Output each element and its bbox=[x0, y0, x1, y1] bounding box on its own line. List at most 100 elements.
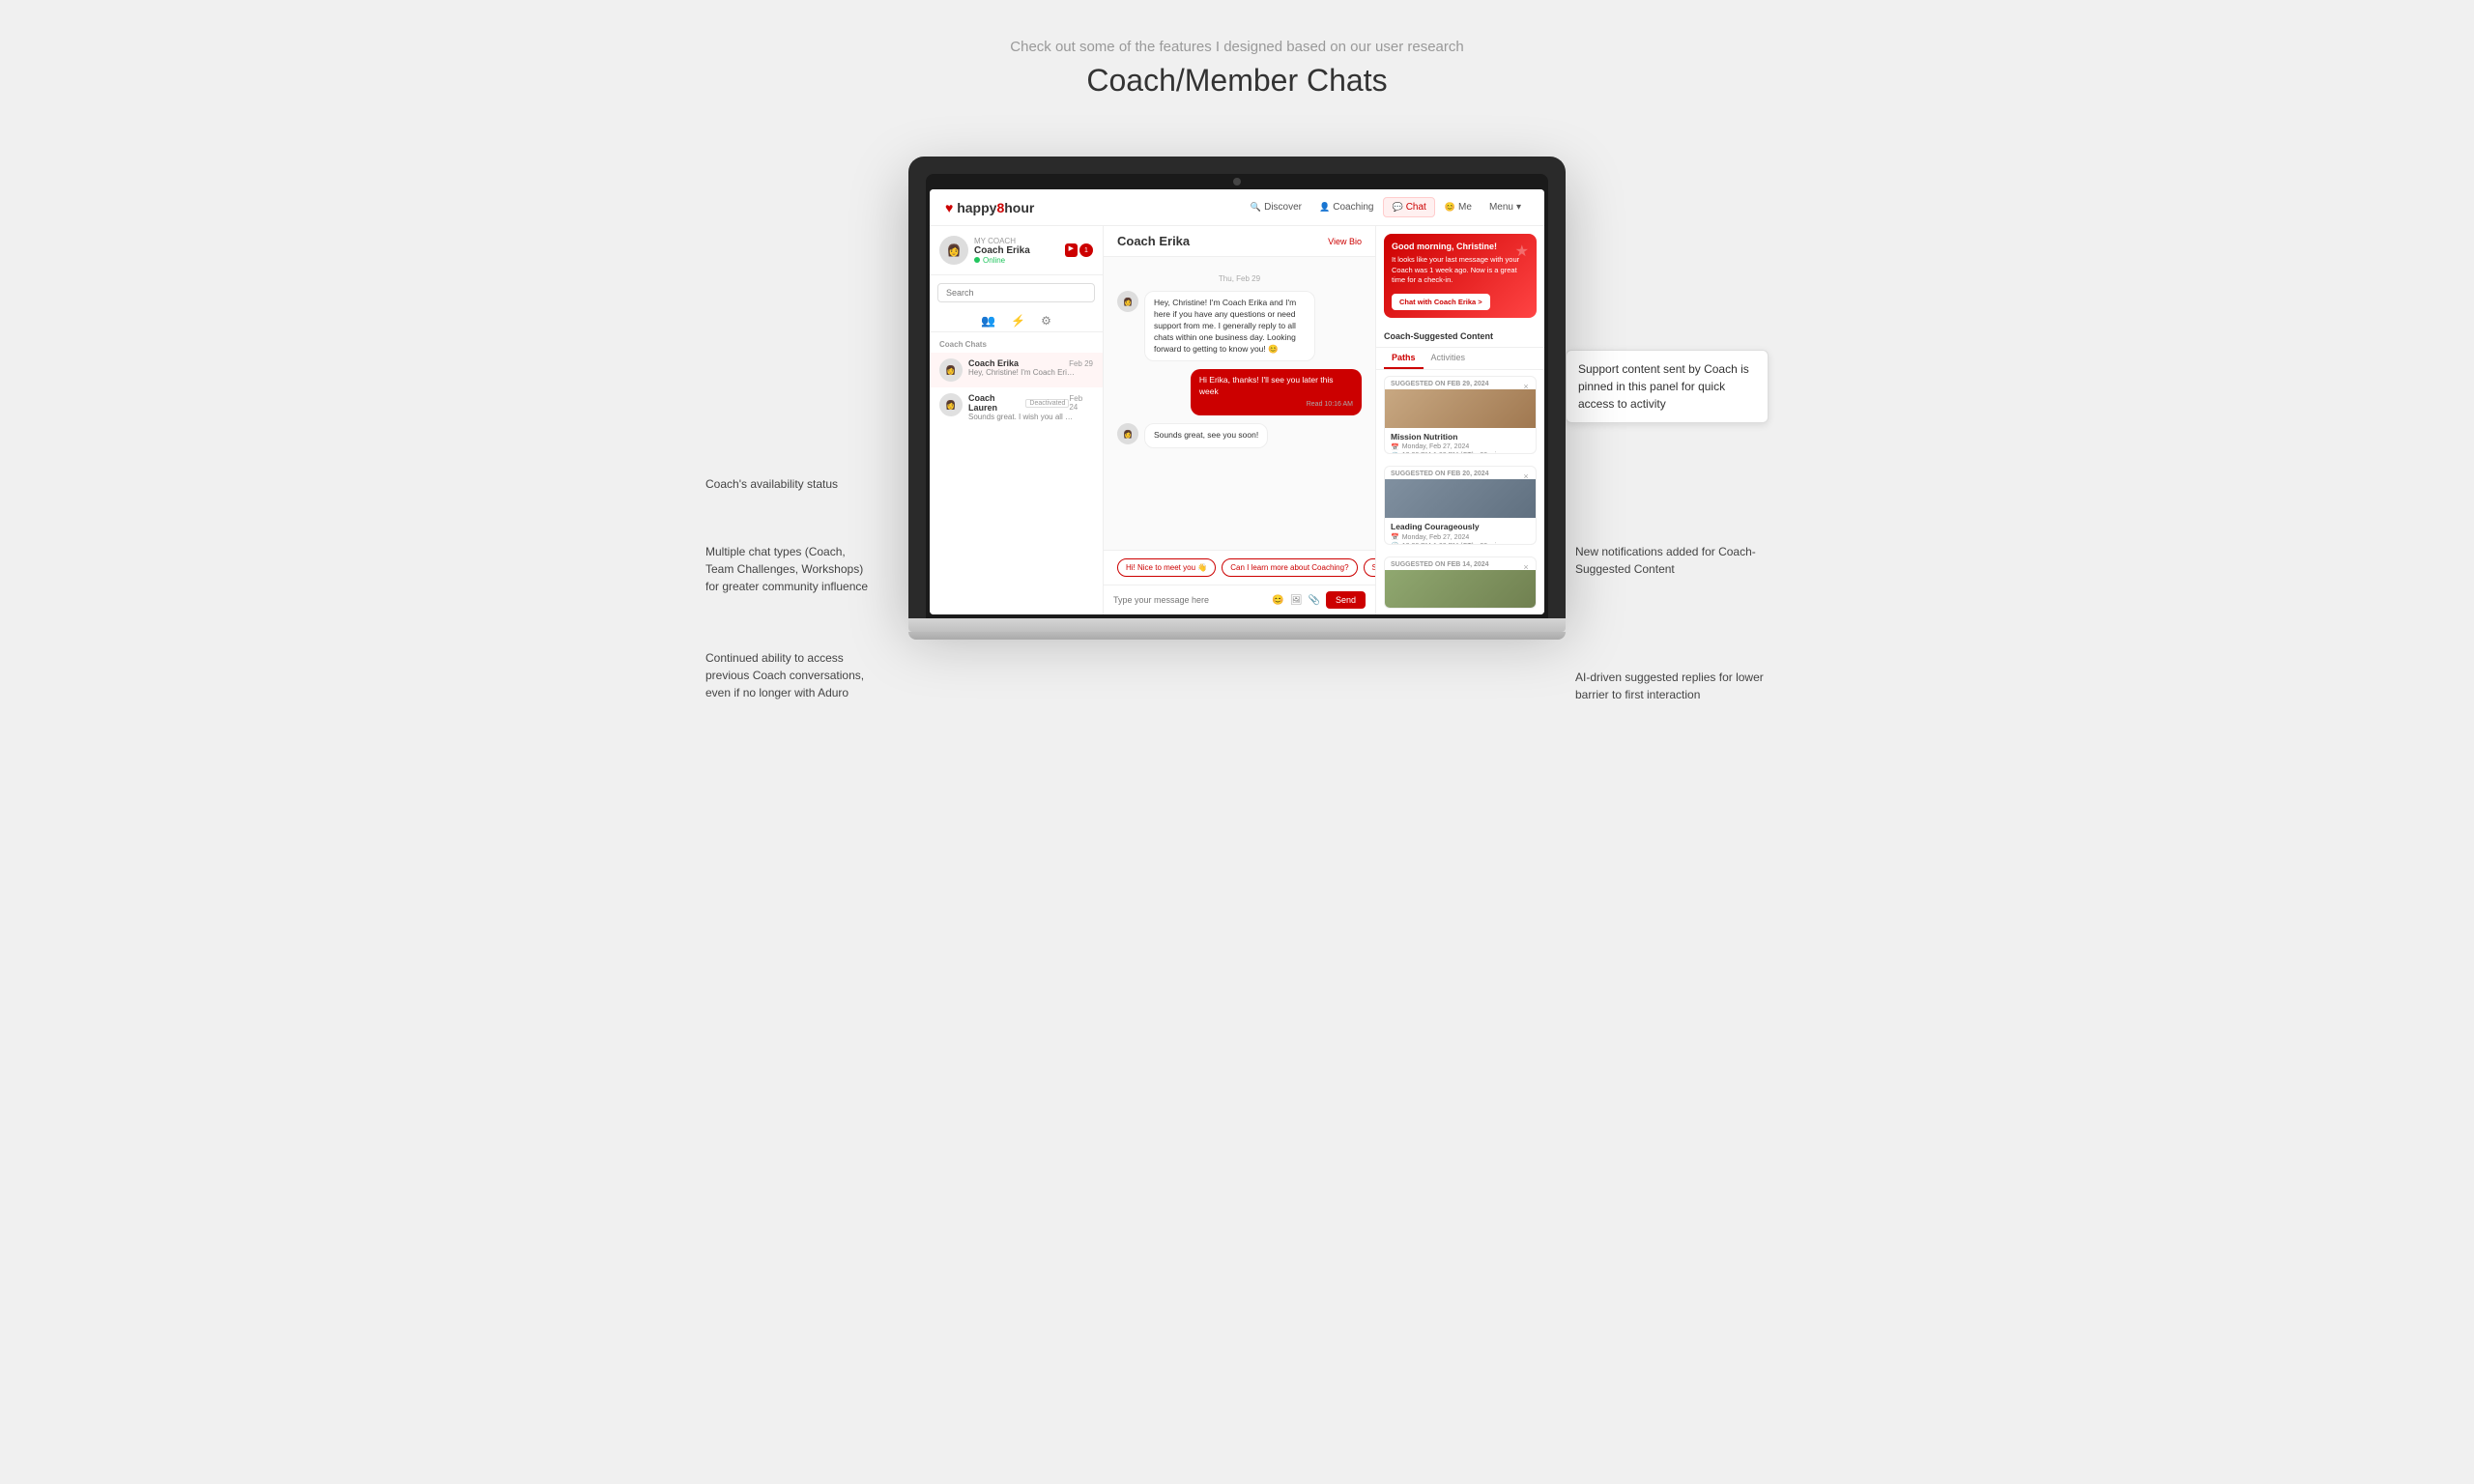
person-icon: 👤 bbox=[1319, 202, 1330, 213]
laptop-bottom bbox=[908, 632, 1566, 640]
scene-container: Quick access to schedule 1:1 coaching se… bbox=[705, 157, 1769, 640]
morning-text: It looks like your last message with you… bbox=[1392, 255, 1529, 286]
tab-paths[interactable]: Paths bbox=[1384, 348, 1424, 369]
nav-coaching[interactable]: 👤 Coaching bbox=[1311, 198, 1381, 216]
app-logo: ♥ happy8hour bbox=[945, 200, 1034, 215]
avatar: 👩 bbox=[939, 236, 968, 265]
coach-avatar: 👩 bbox=[1117, 291, 1138, 312]
ai-chip-1[interactable]: Hi! Nice to meet you 👋 bbox=[1117, 558, 1216, 577]
logo-text: happy bbox=[957, 200, 996, 215]
close-card-1-button[interactable]: × bbox=[1520, 381, 1532, 392]
coach-chats-label: Coach Chats bbox=[930, 336, 1103, 353]
laptop: ♥ happy8hour 🔍 Discover 👤 Co bbox=[908, 157, 1566, 640]
search-input[interactable] bbox=[937, 283, 1095, 302]
chat-item-body: Coach Erika Feb 29 Hey, Christine! I'm C… bbox=[968, 358, 1093, 377]
card-image-1 bbox=[1385, 389, 1536, 428]
card-body-1: Mission Nutrition 📅 Monday, Feb 27, 2024… bbox=[1385, 428, 1536, 455]
chat-input-row: 😊 🖼 📎 Send bbox=[1104, 585, 1375, 614]
content-card-1: × SUGGESTED ON FEB 29, 2024 Mission Nutr… bbox=[1384, 376, 1537, 455]
tab-activities[interactable]: Activities bbox=[1424, 348, 1474, 369]
coach-status: Online bbox=[974, 256, 1059, 265]
video-badge: ▶ bbox=[1065, 243, 1078, 257]
nav-discover[interactable]: 🔍 Discover bbox=[1243, 198, 1309, 216]
image-icon[interactable]: 🖼 bbox=[1290, 595, 1303, 606]
close-card-2-button[interactable]: × bbox=[1520, 471, 1532, 482]
coach-badges: ▶ 1 bbox=[1065, 243, 1093, 257]
search-icon: 🔍 bbox=[1251, 202, 1261, 213]
chat-avatar-2: 👩 bbox=[939, 393, 963, 416]
coach-avatar-2: 👩 bbox=[1117, 423, 1138, 444]
page-subtitle: Check out some of the features I designe… bbox=[1010, 39, 1463, 55]
all-chats-icon[interactable]: 👥 bbox=[981, 314, 995, 328]
content-tabs: Paths Activities bbox=[1376, 348, 1544, 370]
chat-input[interactable] bbox=[1113, 595, 1266, 605]
star-icon: ★ bbox=[1515, 242, 1529, 261]
card-image-2 bbox=[1385, 479, 1536, 518]
coach-info: MY COACH Coach Erika Online bbox=[974, 237, 1059, 265]
card-date-1: SUGGESTED ON FEB 29, 2024 bbox=[1385, 377, 1536, 389]
message-row-coach-1: 👩 Hey, Christine! I'm Coach Erika and I'… bbox=[1117, 291, 1362, 361]
send-button[interactable]: Send bbox=[1326, 591, 1366, 609]
chat-item-header: Coach Erika Feb 29 bbox=[968, 358, 1093, 368]
calendar-icon: 📅 bbox=[1391, 443, 1399, 451]
sidebar-icons: 👥 ⚡ ⚙ bbox=[930, 310, 1103, 332]
date-divider: Thu, Feb 29 bbox=[1117, 274, 1362, 283]
morning-card: Good morning, Christine! It looks like y… bbox=[1384, 234, 1537, 318]
laptop-camera bbox=[1233, 178, 1241, 186]
content-card-2: × SUGGESTED ON FEB 20, 2024 Leading Cour… bbox=[1384, 466, 1537, 545]
settings-icon[interactable]: ⚙ bbox=[1041, 314, 1051, 328]
logo-icon: ♥ bbox=[945, 200, 953, 215]
card-date-2: SUGGESTED ON FEB 20, 2024 bbox=[1385, 467, 1536, 479]
card-detail-1a: 📅 Monday, Feb 27, 2024 bbox=[1391, 443, 1530, 451]
sidebar: 👩 MY COACH Coach Erika Online bbox=[930, 226, 1104, 614]
card-date-3: SUGGESTED ON FEB 14, 2024 bbox=[1385, 557, 1536, 570]
attachment-icon[interactable]: 📎 bbox=[1309, 595, 1320, 606]
laptop-base bbox=[908, 618, 1566, 632]
laptop-wrapper: ♥ happy8hour 🔍 Discover 👤 Co bbox=[705, 157, 1769, 640]
ai-chip-3[interactable]: Sounds gr... bbox=[1364, 558, 1375, 577]
app-body: 👩 MY COACH Coach Erika Online bbox=[930, 226, 1544, 614]
chat-with-coach-button[interactable]: Chat with Coach Erika > bbox=[1392, 294, 1490, 310]
close-card-3-button[interactable]: × bbox=[1520, 561, 1532, 573]
notification-badge: 1 bbox=[1079, 243, 1093, 257]
nav-me[interactable]: 😊 Me bbox=[1437, 198, 1480, 216]
emoji-icon[interactable]: 😊 bbox=[1272, 595, 1283, 606]
card-title-2: Leading Courageously bbox=[1391, 522, 1530, 531]
card-detail-2a: 📅 Monday, Feb 27, 2024 bbox=[1391, 533, 1530, 541]
chat-messages: Thu, Feb 29 👩 Hey, Christine! I'm Coach … bbox=[1104, 257, 1375, 550]
deactivated-badge: Deactivated bbox=[1025, 399, 1069, 408]
nav-chat[interactable]: 💬 Chat bbox=[1383, 197, 1434, 217]
view-bio-button[interactable]: View Bio bbox=[1328, 237, 1362, 246]
right-panel: Good morning, Christine! It looks like y… bbox=[1375, 226, 1544, 614]
nav-menu[interactable]: Menu ▾ bbox=[1482, 198, 1529, 216]
clock-icon: 🕐 bbox=[1391, 452, 1399, 455]
morning-title: Good morning, Christine! bbox=[1392, 242, 1529, 251]
me-icon: 😊 bbox=[1445, 202, 1455, 213]
laptop-frame: ♥ happy8hour 🔍 Discover 👤 Co bbox=[908, 157, 1566, 618]
calendar-icon-2: 📅 bbox=[1391, 533, 1399, 541]
ai-chip-2[interactable]: Can I learn more about Coaching? bbox=[1222, 558, 1357, 577]
chat-coach-name: Coach Erika bbox=[1117, 234, 1190, 248]
laptop-screen-border: ♥ happy8hour 🔍 Discover 👤 Co bbox=[926, 174, 1548, 618]
chevron-down-icon: ▾ bbox=[1516, 202, 1521, 213]
laptop-screen: ♥ happy8hour 🔍 Discover 👤 Co bbox=[930, 189, 1544, 614]
content-card-3: × SUGGESTED ON FEB 14, 2024 Live Empower… bbox=[1384, 556, 1537, 609]
clock-icon-2: 🕐 bbox=[1391, 542, 1399, 545]
message-row-coach-2: 👩 Sounds great, see you soon! bbox=[1117, 423, 1362, 448]
chat-main: Coach Erika View Bio Thu, Feb 29 👩 Hey, … bbox=[1104, 226, 1375, 614]
chat-item-body-2: Coach Lauren Deactivated Feb 24 Sounds g… bbox=[968, 393, 1093, 421]
card-detail-1b: 🕐 12:30 PM-1:00 PM (CT) • 30 mins bbox=[1391, 452, 1530, 455]
chat-icon: 💬 bbox=[1392, 202, 1402, 213]
msg-timestamp: Read 10:16 AM bbox=[1199, 400, 1353, 410]
team-icon[interactable]: ⚡ bbox=[1011, 314, 1025, 328]
chat-header: Coach Erika View Bio bbox=[1104, 226, 1375, 257]
msg-bubble-coach-1: Hey, Christine! I'm Coach Erika and I'm … bbox=[1144, 291, 1315, 361]
card-body-2: Leading Courageously 📅 Monday, Feb 27, 2… bbox=[1385, 518, 1536, 545]
card-detail-2b: 🕐 12:30 PM-1:00 PM (CT) • 30 mins bbox=[1391, 542, 1530, 545]
suggested-content-header: Coach-Suggested Content bbox=[1376, 326, 1544, 348]
chat-list-item-deactivated[interactable]: 👩 Coach Lauren Deactivated Feb 24 Sounds… bbox=[930, 387, 1103, 427]
callout-previous-coach: Continued ability to access previous Coa… bbox=[705, 649, 870, 701]
laptop-camera-row bbox=[930, 178, 1544, 186]
chat-list-item[interactable]: 👩 Coach Erika Feb 29 Hey, Christine! I'm… bbox=[930, 353, 1103, 387]
ai-suggestions: Hi! Nice to meet you 👋 Can I learn more … bbox=[1104, 550, 1375, 585]
